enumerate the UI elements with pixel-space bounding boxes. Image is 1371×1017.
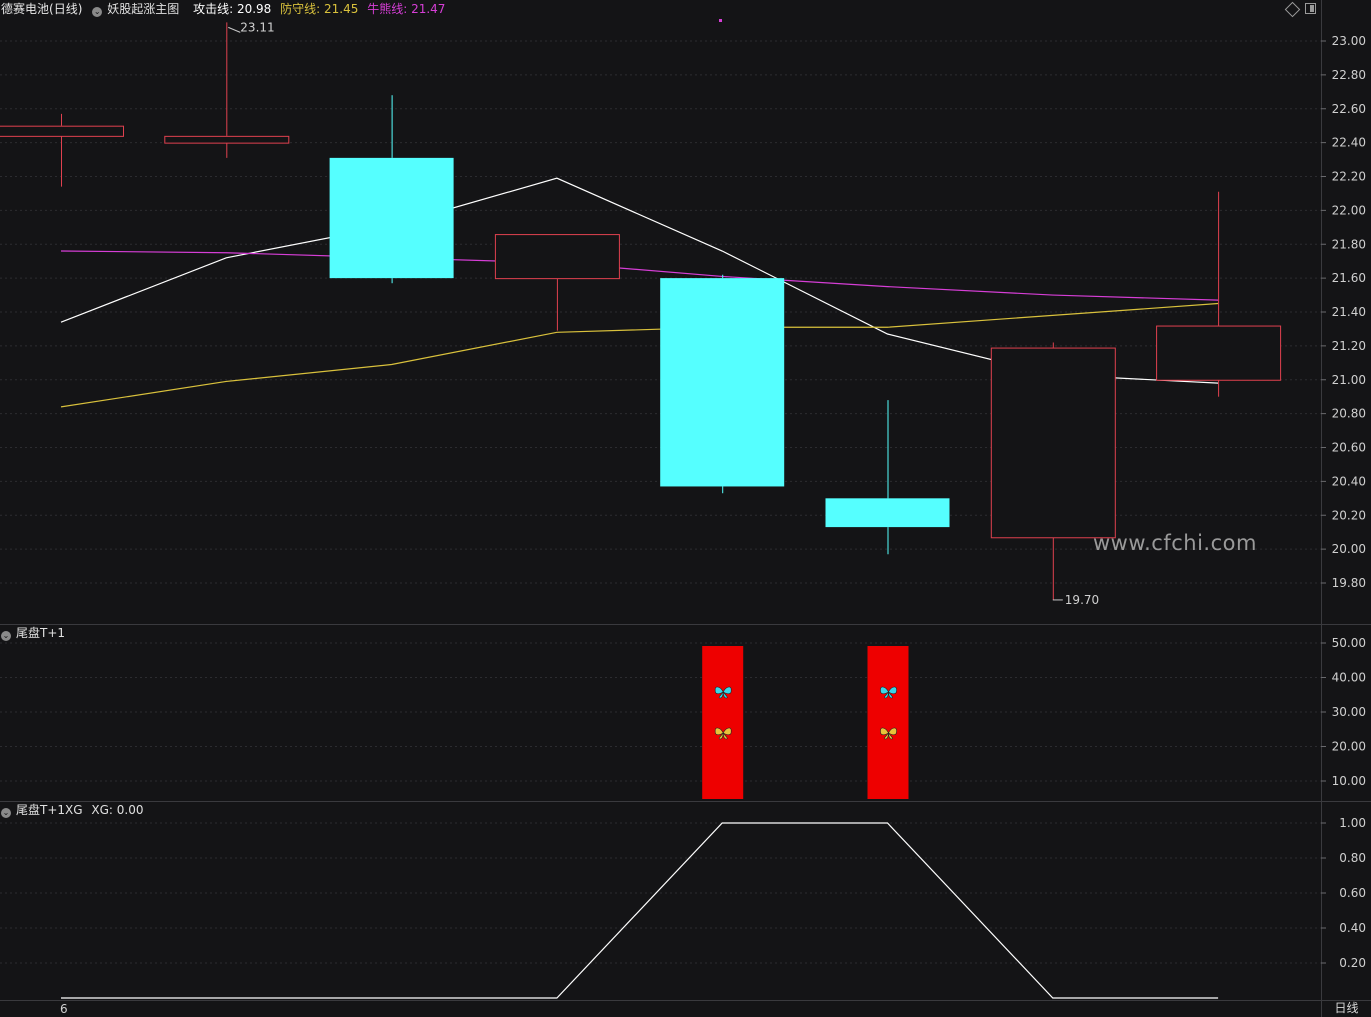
signal-bar bbox=[702, 646, 744, 799]
sub2-title: 尾盘T+1XG bbox=[16, 803, 83, 817]
bull-line-readout: 牛熊线: 21.47 bbox=[367, 2, 446, 16]
sub2-axis-tick-label: 0.80 bbox=[1339, 851, 1366, 865]
sub2-axis-tick-label: 0.60 bbox=[1339, 886, 1366, 900]
xg-line bbox=[61, 822, 1219, 999]
price-axis-tick-label: 22.80 bbox=[1332, 68, 1366, 82]
candle-body bbox=[1156, 325, 1282, 381]
defense-line-readout: 防守线: 21.45 bbox=[280, 2, 359, 16]
sub1-axis-tick-label: 30.00 bbox=[1332, 705, 1366, 719]
price-axis-tick-label: 23.00 bbox=[1332, 34, 1366, 48]
candle-body bbox=[660, 278, 785, 487]
stock-chart[interactable]: 23.00 22.80 22.60 22.40 22.20 22.00 21.80 21.60… bbox=[0, 0, 1371, 1017]
xg-readout: XG: 0.00 bbox=[91, 803, 144, 817]
chevron-down-icon: ⌄ bbox=[1, 631, 11, 641]
signal-bar bbox=[867, 646, 909, 799]
candle bbox=[1156, 191, 1282, 397]
candle bbox=[990, 342, 1116, 600]
period-button[interactable]: 日线 bbox=[1322, 1000, 1371, 1017]
price-axis-tick-label: 21.00 bbox=[1332, 373, 1366, 387]
price-axis-tick-label: 21.20 bbox=[1332, 339, 1366, 353]
signal-bar-rect bbox=[867, 646, 909, 799]
candle-body bbox=[0, 125, 124, 137]
price-axis-tick-label: 21.40 bbox=[1332, 305, 1366, 319]
marker-dot bbox=[719, 19, 722, 22]
price-axis-tick-label: 22.60 bbox=[1332, 102, 1366, 116]
candle bbox=[329, 95, 454, 284]
candle bbox=[660, 274, 785, 494]
sub1-axis-tick-label: 10.00 bbox=[1332, 774, 1366, 788]
candle-body bbox=[494, 234, 620, 280]
price-axis-tick-label: 20.60 bbox=[1332, 441, 1366, 455]
attack-line-readout: 攻击线: 20.98 bbox=[193, 2, 272, 16]
watermark: www.cfchi.com bbox=[1093, 531, 1257, 555]
signal-bar-rect bbox=[702, 646, 744, 799]
candle-body bbox=[990, 347, 1116, 539]
sub2-header[interactable]: ⌄ 尾盘T+1XG XG: 0.00 bbox=[1, 801, 148, 819]
price-axis-tick-label: 19.80 bbox=[1332, 576, 1366, 590]
chevron-down-icon: ⌄ bbox=[92, 7, 103, 17]
candle bbox=[494, 234, 620, 331]
price-axis-tick-label: 20.00 bbox=[1332, 542, 1366, 556]
main-chart-header: 德赛电池(日线) ⌄ 妖股起涨主图 攻击线: 20.98 防守线: 21.45 牛… bbox=[1, 0, 450, 18]
candle bbox=[825, 400, 950, 555]
candle-body bbox=[825, 498, 950, 528]
price-axis-tick-label: 21.60 bbox=[1332, 271, 1366, 285]
candle-body bbox=[164, 135, 290, 144]
price-axis-tick-label: 21.80 bbox=[1332, 237, 1366, 251]
price-axis-tick-label: 22.20 bbox=[1332, 170, 1366, 184]
sub1-title: 尾盘T+1 bbox=[16, 626, 66, 640]
sub1-axis-tick-label: 20.00 bbox=[1332, 740, 1366, 754]
sub2-axis-tick-label: 0.40 bbox=[1339, 921, 1366, 935]
price-axis-tick-label: 20.40 bbox=[1332, 474, 1366, 488]
sub2-axis-tick-label: 1.00 bbox=[1339, 816, 1366, 830]
price-axis-tick-label: 22.00 bbox=[1332, 203, 1366, 217]
window-icon[interactable] bbox=[1305, 3, 1316, 14]
high-arrow bbox=[228, 26, 241, 33]
candle bbox=[164, 22, 290, 158]
low-label: 19.70 bbox=[1065, 593, 1099, 607]
indicator-name: 妖股起涨主图 bbox=[107, 2, 180, 16]
sub1-header[interactable]: ⌄ 尾盘T+1 bbox=[1, 624, 70, 642]
series-line-2 bbox=[60, 250, 1219, 301]
candle-body bbox=[329, 157, 454, 279]
indicator-toggle[interactable]: ⌄ 妖股起涨主图 bbox=[92, 2, 184, 17]
stock-name[interactable]: 德赛电池(日线) bbox=[1, 2, 82, 16]
sub1-axis-tick-label: 40.00 bbox=[1332, 671, 1366, 685]
high-label: 23.11 bbox=[240, 20, 274, 34]
candle bbox=[0, 113, 124, 187]
chevron-down-icon: ⌄ bbox=[1, 808, 11, 818]
price-axis-tick-label: 22.40 bbox=[1332, 136, 1366, 150]
sub2-axis-tick-label: 0.20 bbox=[1339, 956, 1366, 970]
sub1-axis-tick-label: 50.00 bbox=[1332, 636, 1366, 650]
x-axis-tick: 6 bbox=[60, 1002, 68, 1016]
price-axis-tick-label: 20.20 bbox=[1332, 508, 1366, 522]
price-axis-tick-label: 20.80 bbox=[1332, 407, 1366, 421]
